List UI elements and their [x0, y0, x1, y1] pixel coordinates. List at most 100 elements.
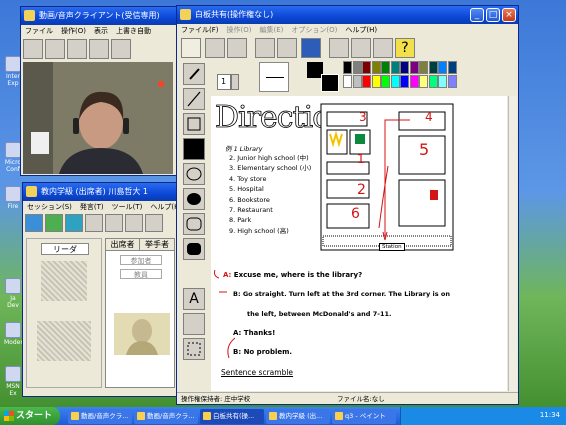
- classroom-tool-4[interactable]: [85, 214, 103, 232]
- color-swatch[interactable]: [419, 61, 428, 74]
- color-swatch[interactable]: [400, 61, 409, 74]
- clock[interactable]: 11:34: [540, 411, 560, 419]
- color-swatch[interactable]: [343, 61, 352, 74]
- classroom-menu-tool[interactable]: ツール(T): [112, 203, 143, 211]
- toolbar-button-7[interactable]: [329, 38, 349, 58]
- line-width-spinner[interactable]: [231, 74, 239, 90]
- video-menu-file[interactable]: ファイル: [25, 27, 53, 35]
- video-tool-3[interactable]: [67, 39, 87, 59]
- video-tool-1[interactable]: [23, 39, 43, 59]
- color-swatch[interactable]: [371, 75, 381, 88]
- video-tool-4[interactable]: [89, 39, 109, 59]
- system-tray: 11:34: [400, 407, 566, 425]
- color-swatch[interactable]: [352, 75, 362, 88]
- desktop-icon-msn[interactable]: MSN Ex: [4, 366, 22, 397]
- video-menu-auto[interactable]: 上書き自動: [116, 27, 151, 35]
- attendee-list-item[interactable]: 教員: [120, 269, 162, 279]
- toolbar-button-3[interactable]: [227, 38, 247, 58]
- taskbar-item-paint[interactable]: q3 - ペイント: [332, 409, 396, 424]
- classroom-tool-6[interactable]: [125, 214, 143, 232]
- color-swatch[interactable]: [409, 75, 419, 88]
- color-swatch[interactable]: [409, 61, 419, 74]
- toolbar-button-5[interactable]: [277, 38, 297, 58]
- video-menu-op[interactable]: 操作(O): [61, 27, 86, 35]
- classroom-menu-help[interactable]: ヘルプ(H): [150, 203, 177, 211]
- classroom-window-titlebar[interactable]: 教内学級 (出席者) 川島哲大 1: [23, 183, 177, 201]
- wb-menu-options[interactable]: オプション(O): [291, 26, 337, 34]
- color-swatch[interactable]: [362, 61, 371, 74]
- help-icon[interactable]: ?: [395, 38, 415, 58]
- whiteboard-menubar: ファイル(F) 操作(O) 編集(E) オプション(O) ヘルプ(H): [177, 24, 518, 36]
- save-icon[interactable]: [301, 38, 321, 58]
- toolbar-button-9[interactable]: [373, 38, 393, 58]
- classroom-tool-5[interactable]: [105, 214, 123, 232]
- minimize-button[interactable]: _: [470, 8, 484, 22]
- line-width-field[interactable]: 1: [217, 74, 231, 90]
- close-button[interactable]: ×: [502, 8, 516, 22]
- toolbar-button-8[interactable]: [351, 38, 371, 58]
- select-tool-button[interactable]: [183, 338, 205, 360]
- line-tool-button[interactable]: [183, 88, 205, 110]
- attendee-list-item[interactable]: 参加者: [120, 255, 162, 265]
- color-swatch[interactable]: [400, 75, 409, 88]
- start-button[interactable]: スタート: [0, 407, 60, 425]
- color-swatch[interactable]: [419, 75, 428, 88]
- attendee-panel: 出席者 挙手者 参加者 教員: [105, 238, 175, 388]
- pen-tool-button[interactable]: [183, 63, 205, 85]
- text-tool-button[interactable]: A: [183, 288, 205, 310]
- color-swatch[interactable]: [438, 61, 447, 74]
- wb-menu-help[interactable]: ヘルプ(H): [345, 26, 377, 34]
- desktop-icon-java[interactable]: Ja Dev: [4, 278, 22, 309]
- classroom-menu-speak[interactable]: 発言(T): [80, 203, 104, 211]
- filled-rounded-rect-tool-button[interactable]: [183, 238, 205, 260]
- whiteboard-canvas[interactable]: Directions 例 1 Library 2. Junior high sc…: [211, 96, 507, 391]
- maximize-button[interactable]: □: [486, 8, 500, 22]
- classroom-tool-3[interactable]: [65, 214, 83, 232]
- video-menubar: ファイル 操作(O) 表示 上書き自動: [21, 25, 177, 37]
- vertical-scrollbar[interactable]: [508, 96, 517, 391]
- rectangle-tool-button[interactable]: [183, 113, 205, 135]
- color-swatch[interactable]: [447, 75, 457, 88]
- ellipse-tool-button[interactable]: [183, 163, 205, 185]
- color-swatch[interactable]: [362, 75, 371, 88]
- color-swatch[interactable]: [352, 61, 362, 74]
- video-tool-5[interactable]: [111, 39, 131, 59]
- hand-tool-button[interactable]: [181, 38, 201, 58]
- tab-attendees[interactable]: 出席者: [106, 239, 140, 251]
- video-window-titlebar[interactable]: 動画/音声クライアント(受信専用): [21, 7, 177, 25]
- wb-menu-op[interactable]: 操作(O): [227, 26, 252, 34]
- taskbar-item-whiteboard[interactable]: 白板共有(操...: [200, 409, 264, 424]
- color-swatch[interactable]: [343, 75, 352, 88]
- classroom-menu-session[interactable]: セッション(S): [27, 203, 72, 211]
- taskbar-item-video-2[interactable]: 動画/音声クラ...: [134, 409, 198, 424]
- filled-ellipse-tool-button[interactable]: [183, 188, 205, 210]
- color-swatch[interactable]: [447, 61, 457, 74]
- color-swatch[interactable]: [428, 61, 438, 74]
- tab-hand-raisers[interactable]: 挙手者: [140, 239, 174, 251]
- video-menu-view[interactable]: 表示: [94, 27, 108, 35]
- taskbar-item-video-1[interactable]: 動画/音声クラ...: [68, 409, 132, 424]
- color-swatch[interactable]: [371, 61, 381, 74]
- desktop-icon-fire[interactable]: Fire: [4, 186, 22, 210]
- filled-rectangle-tool-button[interactable]: [183, 138, 205, 160]
- firewall-icon: [5, 186, 21, 202]
- color-swatch[interactable]: [381, 75, 390, 88]
- classroom-tool-1[interactable]: [25, 214, 43, 232]
- wb-menu-edit[interactable]: 編集(E): [259, 26, 283, 34]
- classroom-tool-2[interactable]: [45, 214, 63, 232]
- video-tool-2[interactable]: [45, 39, 65, 59]
- color-swatch[interactable]: [390, 61, 400, 74]
- color-swatch[interactable]: [438, 75, 447, 88]
- toolbar-button-2[interactable]: [205, 38, 225, 58]
- desktop-icon-modem[interactable]: Modem: [4, 322, 26, 346]
- toolbar-button-4[interactable]: [255, 38, 275, 58]
- classroom-tool-7[interactable]: [145, 214, 163, 232]
- eraser-tool-button[interactable]: [183, 313, 205, 335]
- wb-menu-file[interactable]: ファイル(F): [181, 26, 219, 34]
- whiteboard-titlebar[interactable]: 白板共有(操作権なし) _ □ ×: [177, 6, 518, 24]
- color-swatch[interactable]: [381, 61, 390, 74]
- taskbar-item-classroom[interactable]: 教内学級 (出...: [266, 409, 330, 424]
- color-swatch[interactable]: [390, 75, 400, 88]
- color-swatch[interactable]: [428, 75, 438, 88]
- rounded-rect-tool-button[interactable]: [183, 213, 205, 235]
